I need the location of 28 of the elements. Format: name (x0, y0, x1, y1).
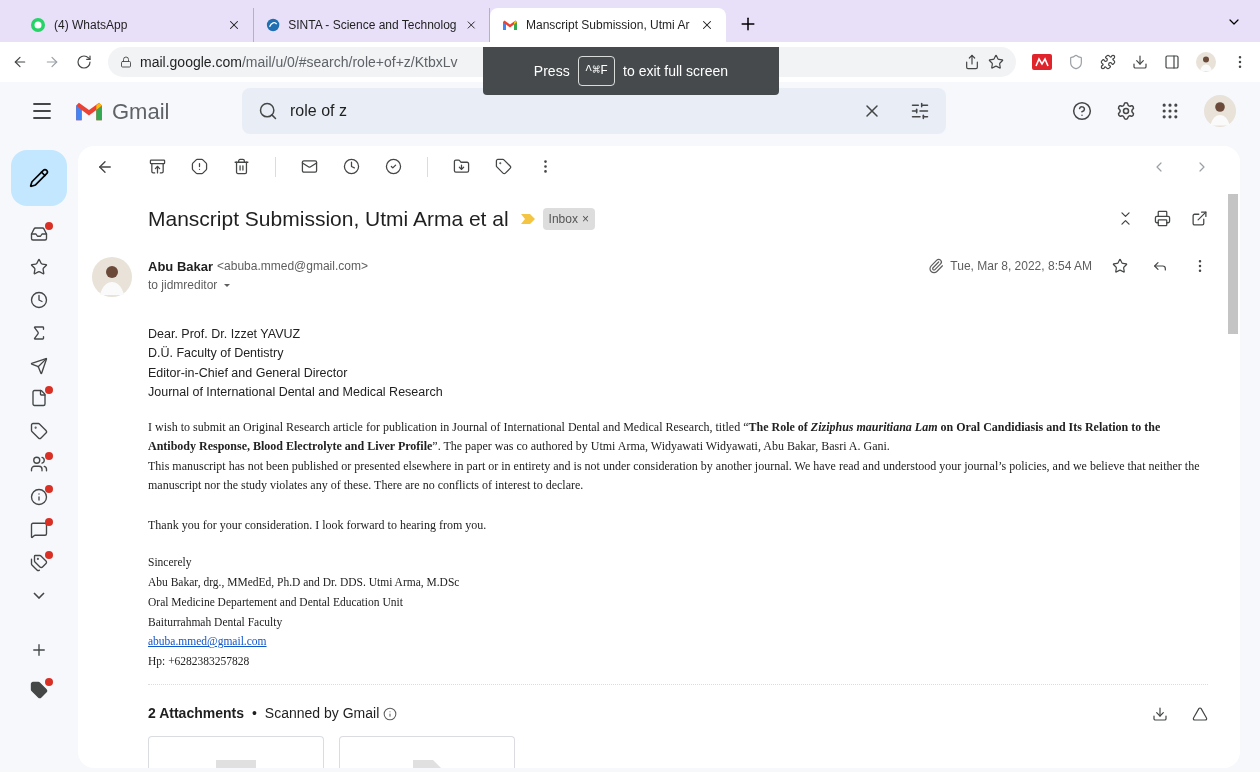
signature-line: Abu Bakar, drg., MMedEd, Ph.D and Dr. DDS. Utmi Arma, M.DSc (148, 575, 461, 591)
tab-title: Manscript Submission, Utmi Ar (526, 17, 691, 34)
notice-text: to exit full screen (623, 61, 729, 81)
sender-name: Abu Bakar (148, 257, 214, 276)
address-line: Editor-in-Chief and General Director (148, 364, 349, 382)
body-paragraph: This manuscript has not been published or presented elsewhere in part or in entirety and is not under consideration by another journal. We have read and understood your journal’s policies, and we believe that neither the manuscript nor the study violates any of these. There are no conflicts of interest to declare. (148, 457, 1201, 495)
phone-number: Hp: +6282383257828 (148, 654, 251, 670)
search-value: role of z (290, 101, 348, 121)
notice-text: Press (533, 61, 570, 81)
address-line: Journal of International Dental and Medical Research (148, 384, 444, 402)
attachments-title: 2 Attachments (148, 704, 244, 723)
signature-line: Sincerely (148, 555, 193, 571)
signature-line: Oral Medicine Departement and Dental Education Unit (148, 594, 404, 611)
app-name: Gmail (112, 97, 170, 126)
scan-status: Scanned by Gmail (264, 704, 380, 723)
tab-title: (4) WhatsApp (54, 17, 129, 34)
email-subject: Manscript Submission, Utmi Arma et al (148, 205, 509, 232)
signature-line: Baiturrahmah Dental Faculty (148, 614, 284, 631)
tab-title: SINTA - Science and Technolog (288, 17, 457, 34)
url-text: mail.google.com/mail/u/0/#search/role+of+z/KtbxLv (140, 52, 458, 72)
address-line: D.Ü. Faculty of Dentistry (148, 345, 285, 363)
body-paragraph: I wish to submit an Original Research article for publication in Journal of International Dental and Medical Research, titled “The Role of Ziziphus mauritiana Lam on Oral Candidiasis and Its Relation to the Antibody Response, Blood Electrolyte and Liver Profile”. The paper was co authored by Utmi Arma, Widyawati Widyawati, Abu Bakar, Basri A. Gani. (148, 418, 1162, 456)
separator-dot: • (251, 704, 257, 723)
body-paragraph: Thank you for your consideration. I look forward to hearing from you. (148, 516, 488, 534)
address-line: Dear. Prof. Dr. Izzet YAVUZ (148, 325, 302, 343)
email-date: Tue, Mar 8, 2022, 8:54 AM (950, 258, 1092, 276)
shortcut-key: ^⌘F (577, 56, 616, 86)
sender-email: <abuba.mmed@gmail.com> (217, 258, 368, 276)
